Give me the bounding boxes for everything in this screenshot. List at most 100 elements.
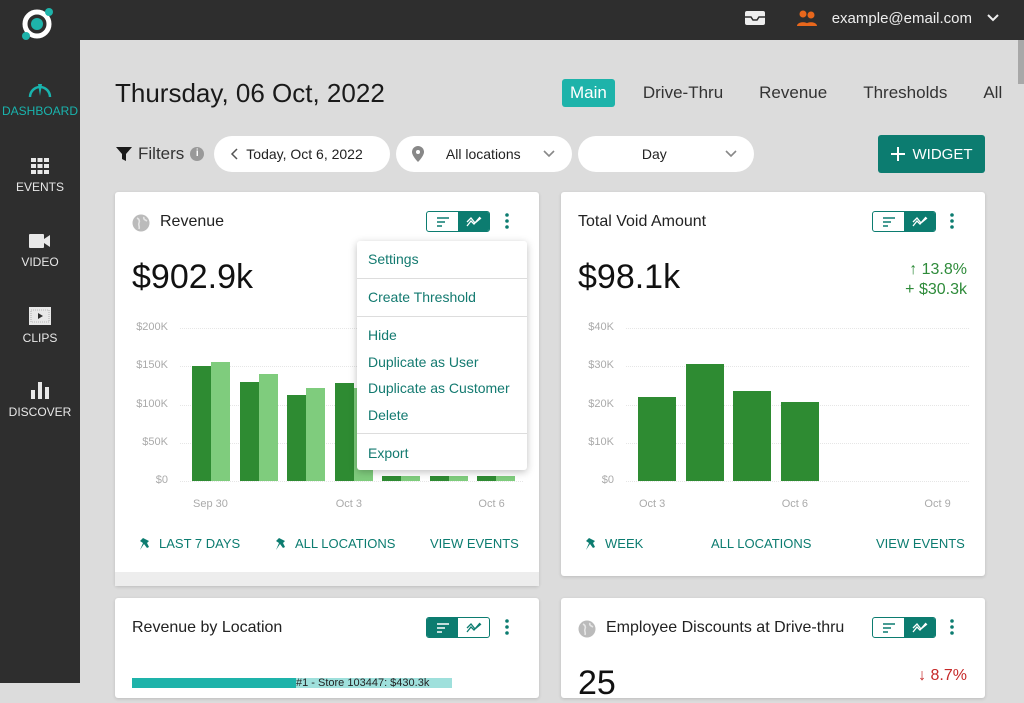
page-title: Thursday, 06 Oct, 2022 [115,78,385,108]
chevron-down-icon[interactable] [986,13,1000,23]
filters-bar: Filters i Today, Oct 6, 2022 All locatio… [116,136,760,172]
info-icon[interactable]: i [190,147,205,161]
menu-item-delete[interactable]: Delete [368,407,408,423]
location-bar [132,678,296,688]
list-view-button[interactable] [873,212,904,231]
bar-current [477,476,497,481]
card-bottom-strip [115,572,539,586]
y-tick-label: $20K [588,397,614,410]
location-filter[interactable]: All locations [396,136,573,172]
bar [685,363,724,481]
menu-item-hide[interactable]: Hide [368,327,397,343]
bar-current [382,476,402,481]
inbox-icon[interactable] [744,10,766,26]
top-bar: example@email.com [0,0,1024,40]
add-widget-button[interactable]: WIDGET [878,135,985,173]
more-options-icon[interactable] [502,618,512,636]
x-tick-label: Oct 6 [478,498,505,510]
bar-current [239,381,259,481]
menu-item-settings[interactable]: Settings [368,251,419,267]
pin-last-7-days[interactable]: LAST 7 DAYS [139,536,240,551]
menu-item-create-threshold[interactable]: Create Threshold [368,289,476,305]
user-email[interactable]: example@email.com [832,10,972,27]
bar [638,396,676,481]
line-chart-icon [911,622,927,632]
scrollbar[interactable] [1018,40,1024,84]
view-toggle [426,211,490,232]
sidebar-item-video[interactable]: VIDEO [0,233,80,269]
sidebar-item-dashboard[interactable]: DASHBOARD [0,80,80,118]
menu-divider [357,278,527,279]
map-pin-icon [412,146,425,162]
sidebar-item-clips[interactable]: CLIPS [0,307,80,345]
chart-view-button[interactable] [458,212,489,231]
widget-value: $98.1k [578,258,681,296]
tab-all[interactable]: All [975,79,1010,107]
app-logo[interactable] [20,6,56,42]
list-view-button[interactable] [873,618,904,637]
y-tick-label: $30K [588,359,614,372]
period-filter[interactable]: Day [578,136,755,172]
gridline [626,481,969,482]
more-options-icon[interactable] [947,212,957,230]
sort-lines-icon [436,622,449,633]
tab-revenue[interactable]: Revenue [751,79,835,107]
widget-title: Revenue [160,213,225,230]
line-chart-icon [465,216,481,226]
bar-previous [496,476,516,481]
bar-previous [448,476,468,481]
plus-icon [890,147,905,161]
all-locations-link[interactable]: ALL LOCATIONS [711,536,811,551]
grid-icon [31,158,49,174]
chart-view-button[interactable] [904,212,935,231]
list-view-button[interactable] [427,212,458,231]
widget-value: $902.9k [132,258,253,296]
menu-item-duplicate-customer[interactable]: Duplicate as Customer [368,380,510,396]
more-options-icon[interactable] [502,212,512,230]
sidebar-item-discover[interactable]: DISCOVER [0,381,80,419]
sort-lines-icon [882,622,895,633]
y-tick-label: $50K [142,435,168,448]
menu-divider [357,316,527,317]
tab-drive-thru[interactable]: Drive-Thru [635,79,731,107]
widget-title: Employee Discounts at Drive-thru [606,619,845,636]
sidebar-item-events[interactable]: EVENTS [0,158,80,194]
list-view-button[interactable] [427,618,458,637]
chart-view-button[interactable] [458,618,489,637]
x-tick-label: Sep 30 [193,498,228,510]
x-tick-label: Oct 3 [335,498,362,510]
chart-view-button[interactable] [904,618,935,637]
x-tick-label: Oct 3 [639,498,666,510]
tab-main[interactable]: Main [562,79,615,107]
date-filter[interactable]: Today, Oct 6, 2022 [214,136,391,172]
menu-divider [357,433,527,434]
view-toggle [426,617,490,638]
menu-item-duplicate-user[interactable]: Duplicate as User [368,354,479,370]
y-tick-label: $0 [155,474,168,486]
y-tick-label: $150K [136,359,168,372]
view-events-link[interactable]: VIEW EVENTS [876,536,965,551]
pin-icon [276,537,285,550]
bar-current [287,395,307,481]
pin-week[interactable]: WEEK [585,536,643,551]
bar-current [429,476,449,481]
chevron-left-icon[interactable] [230,147,240,161]
more-options-icon[interactable] [947,618,957,636]
gridline [626,328,969,329]
view-events-link[interactable]: VIEW EVENTS [430,536,519,551]
menu-item-export[interactable]: Export [368,445,408,461]
film-clip-icon [29,307,51,325]
filter-icon [116,147,132,161]
tab-thresholds[interactable]: Thresholds [855,79,955,107]
revenue-by-location-widget: Revenue by Location #1 - Store 103447: $… [115,598,539,698]
widget-options-menu: Settings Create Threshold Hide Duplicate… [357,241,527,470]
widget-delta: ↑ 13.8% + $30.3k [905,261,967,298]
pin-all-locations[interactable]: ALL LOCATIONS [275,536,395,551]
bar [780,401,819,481]
pin-icon [586,537,595,550]
y-tick-label: $0 [601,474,614,486]
view-toggle [872,617,936,638]
widget-delta: ↓ 8.7% [918,667,967,684]
bar [733,391,772,481]
dashboard-tabs: Main Drive-Thru Revenue Thresholds All [562,79,1010,107]
